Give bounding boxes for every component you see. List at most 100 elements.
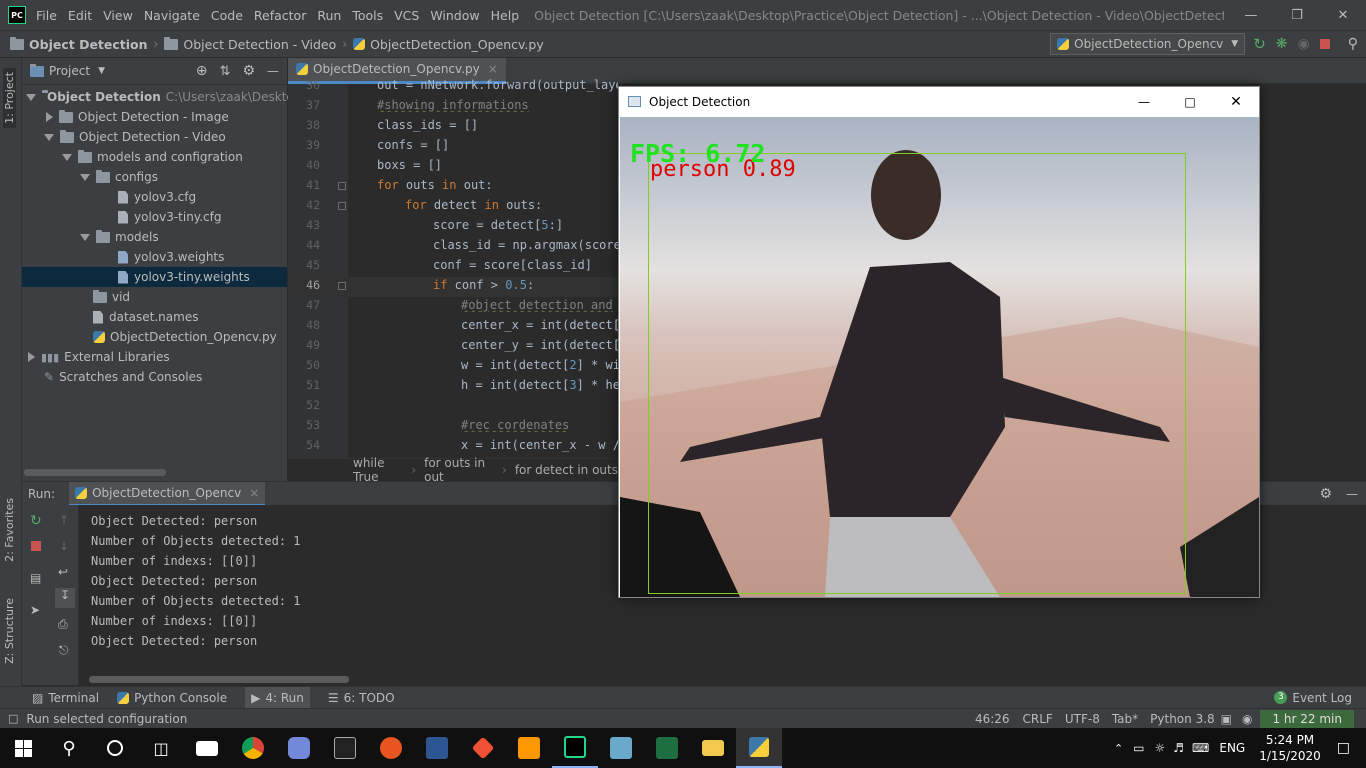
- menu-view[interactable]: View: [103, 8, 133, 23]
- keyboard-icon[interactable]: ⌨: [1192, 741, 1209, 755]
- python-taskbar-icon[interactable]: [736, 728, 782, 768]
- minimize-icon[interactable]: —: [1121, 95, 1167, 109]
- file-encoding[interactable]: UTF-8: [1065, 712, 1100, 726]
- terminal-tab[interactable]: ▨ Terminal: [32, 691, 99, 705]
- layout-icon[interactable]: ▤: [30, 571, 41, 585]
- breadcrumb-file[interactable]: ObjectDetection_Opencv.py: [353, 37, 544, 52]
- sublime-icon[interactable]: [506, 728, 552, 768]
- minimize-icon[interactable]: —: [1228, 0, 1274, 30]
- menu-help[interactable]: Help: [491, 8, 520, 23]
- stop-icon[interactable]: [1319, 39, 1330, 49]
- time-tracker[interactable]: 1 hr 22 min: [1260, 709, 1354, 728]
- run-tool-tab[interactable]: ▶ 4: Run: [245, 687, 310, 708]
- tree-item[interactable]: vid: [22, 287, 287, 307]
- ubuntu-icon[interactable]: [368, 728, 414, 768]
- tree-item[interactable]: Object Detection - Image: [22, 107, 287, 127]
- file-explorer-icon[interactable]: [690, 728, 736, 768]
- search-icon[interactable]: ⚲: [46, 728, 92, 768]
- close-tab-icon[interactable]: ×: [249, 486, 259, 500]
- command-prompt-icon[interactable]: [322, 728, 368, 768]
- mail-icon[interactable]: [184, 728, 230, 768]
- breadcrumb-video[interactable]: Object Detection - Video: [164, 36, 336, 52]
- close-icon[interactable]: ✕: [1320, 0, 1366, 30]
- gear-icon[interactable]: ⚙: [242, 63, 255, 79]
- python-interpreter[interactable]: Python 3.8: [1150, 712, 1215, 726]
- stop-icon[interactable]: [31, 541, 41, 551]
- collapse-icon[interactable]: ⇅: [220, 64, 231, 79]
- event-log-tab[interactable]: 3 Event Log: [1274, 691, 1352, 705]
- menu-run[interactable]: Run: [317, 8, 341, 23]
- cortana-icon[interactable]: [92, 728, 138, 768]
- fold-marker-icon[interactable]: [338, 182, 346, 190]
- battery-icon[interactable]: ▭: [1133, 741, 1144, 755]
- close-icon[interactable]: ✕: [1213, 94, 1259, 110]
- excel-icon[interactable]: [644, 728, 690, 768]
- restore-icon[interactable]: ❐: [1274, 0, 1320, 30]
- menu-file[interactable]: File: [36, 8, 57, 23]
- chevron-down-icon[interactable]: ▼: [98, 66, 105, 76]
- tree-item[interactable]: models: [22, 227, 287, 247]
- fold-marker-icon[interactable]: [338, 282, 346, 290]
- menu-vcs[interactable]: VCS: [394, 8, 419, 23]
- code-crumb[interactable]: for outs in out: [424, 456, 494, 484]
- rerun-icon[interactable]: ↻: [30, 513, 42, 529]
- trash-icon[interactable]: ⎋: [59, 643, 69, 658]
- scroll-down-icon[interactable]: ↓: [59, 539, 69, 553]
- wifi-icon[interactable]: ☼: [1155, 741, 1166, 755]
- menu-code[interactable]: Code: [211, 8, 243, 23]
- powershell-icon[interactable]: [414, 728, 460, 768]
- tree-item[interactable]: configs: [22, 167, 287, 187]
- gear-icon[interactable]: ⚙: [1319, 486, 1332, 502]
- search-everywhere-icon[interactable]: ⚲: [1348, 36, 1358, 52]
- input-language[interactable]: ENG: [1219, 741, 1245, 755]
- tree-item[interactable]: models and configration: [22, 147, 287, 167]
- scroll-to-end-icon[interactable]: ↧: [55, 588, 75, 608]
- project-header-label[interactable]: Project: [49, 64, 90, 78]
- rerun-icon[interactable]: ↻: [1253, 35, 1266, 53]
- hide-icon[interactable]: —: [1346, 487, 1358, 501]
- menu-navigate[interactable]: Navigate: [144, 8, 200, 23]
- pin-icon[interactable]: ➤: [30, 603, 40, 617]
- locate-icon[interactable]: ⊕: [196, 63, 208, 79]
- run-tab[interactable]: ObjectDetection_Opencv ×: [69, 481, 266, 506]
- menu-refactor[interactable]: Refactor: [254, 8, 306, 23]
- python-console-tab[interactable]: Python Console: [117, 691, 227, 705]
- status-toggle-icon[interactable]: □: [8, 712, 18, 725]
- tree-item[interactable]: ✎ Scratches and Consoles: [22, 367, 287, 387]
- tree-item[interactable]: yolov3-tiny.cfg: [22, 207, 287, 227]
- tree-item[interactable]: yolov3.weights: [22, 247, 287, 267]
- console-scrollbar[interactable]: [89, 676, 349, 683]
- scroll-up-icon[interactable]: ↑: [59, 513, 69, 527]
- editor-scrollbar[interactable]: [1356, 84, 1364, 480]
- clock[interactable]: 5:24 PM 1/15/2020: [1259, 732, 1321, 764]
- tree-item[interactable]: yolov3.cfg: [22, 187, 287, 207]
- generic-app-icon[interactable]: [598, 728, 644, 768]
- todo-tab[interactable]: ☰ 6: TODO: [328, 691, 395, 705]
- close-tab-icon[interactable]: ×: [488, 62, 498, 76]
- run-config-dropdown[interactable]: ObjectDetection_Opencv ▼: [1050, 33, 1246, 55]
- git-icon[interactable]: [460, 728, 506, 768]
- tree-item[interactable]: dataset.names: [22, 307, 287, 327]
- menu-tools[interactable]: Tools: [352, 8, 383, 23]
- soft-wrap-icon[interactable]: ↩: [58, 565, 68, 579]
- opencv-titlebar[interactable]: Object Detection — □ ✕: [619, 87, 1259, 116]
- windows-start-icon[interactable]: [0, 728, 46, 768]
- lock-icon[interactable]: ▣: [1221, 712, 1232, 726]
- task-view-icon[interactable]: ◫: [138, 728, 184, 768]
- caret-position[interactable]: 46:26: [975, 712, 1010, 726]
- tree-item-selected[interactable]: yolov3-tiny.weights: [22, 267, 287, 287]
- indent-setting[interactable]: Tab*: [1112, 712, 1138, 726]
- horizontal-scrollbar[interactable]: [24, 469, 166, 476]
- volume-icon[interactable]: ♬: [1173, 741, 1184, 755]
- print-icon[interactable]: ⎙: [58, 617, 68, 632]
- menu-edit[interactable]: Edit: [68, 8, 92, 23]
- debug-icon[interactable]: ❋: [1276, 36, 1288, 52]
- coverage-icon[interactable]: ◉: [1298, 36, 1310, 52]
- inspector-icon[interactable]: ◉: [1242, 712, 1252, 726]
- breadcrumb-root[interactable]: Object Detection: [10, 36, 148, 52]
- chrome-icon[interactable]: [230, 728, 276, 768]
- tree-root[interactable]: Object Detection C:\Users\zaak\Desktop\: [22, 87, 305, 107]
- structure-tool-tab[interactable]: Z: Structure: [3, 598, 16, 664]
- menu-window[interactable]: Window: [430, 8, 479, 23]
- line-separator[interactable]: CRLF: [1023, 712, 1053, 726]
